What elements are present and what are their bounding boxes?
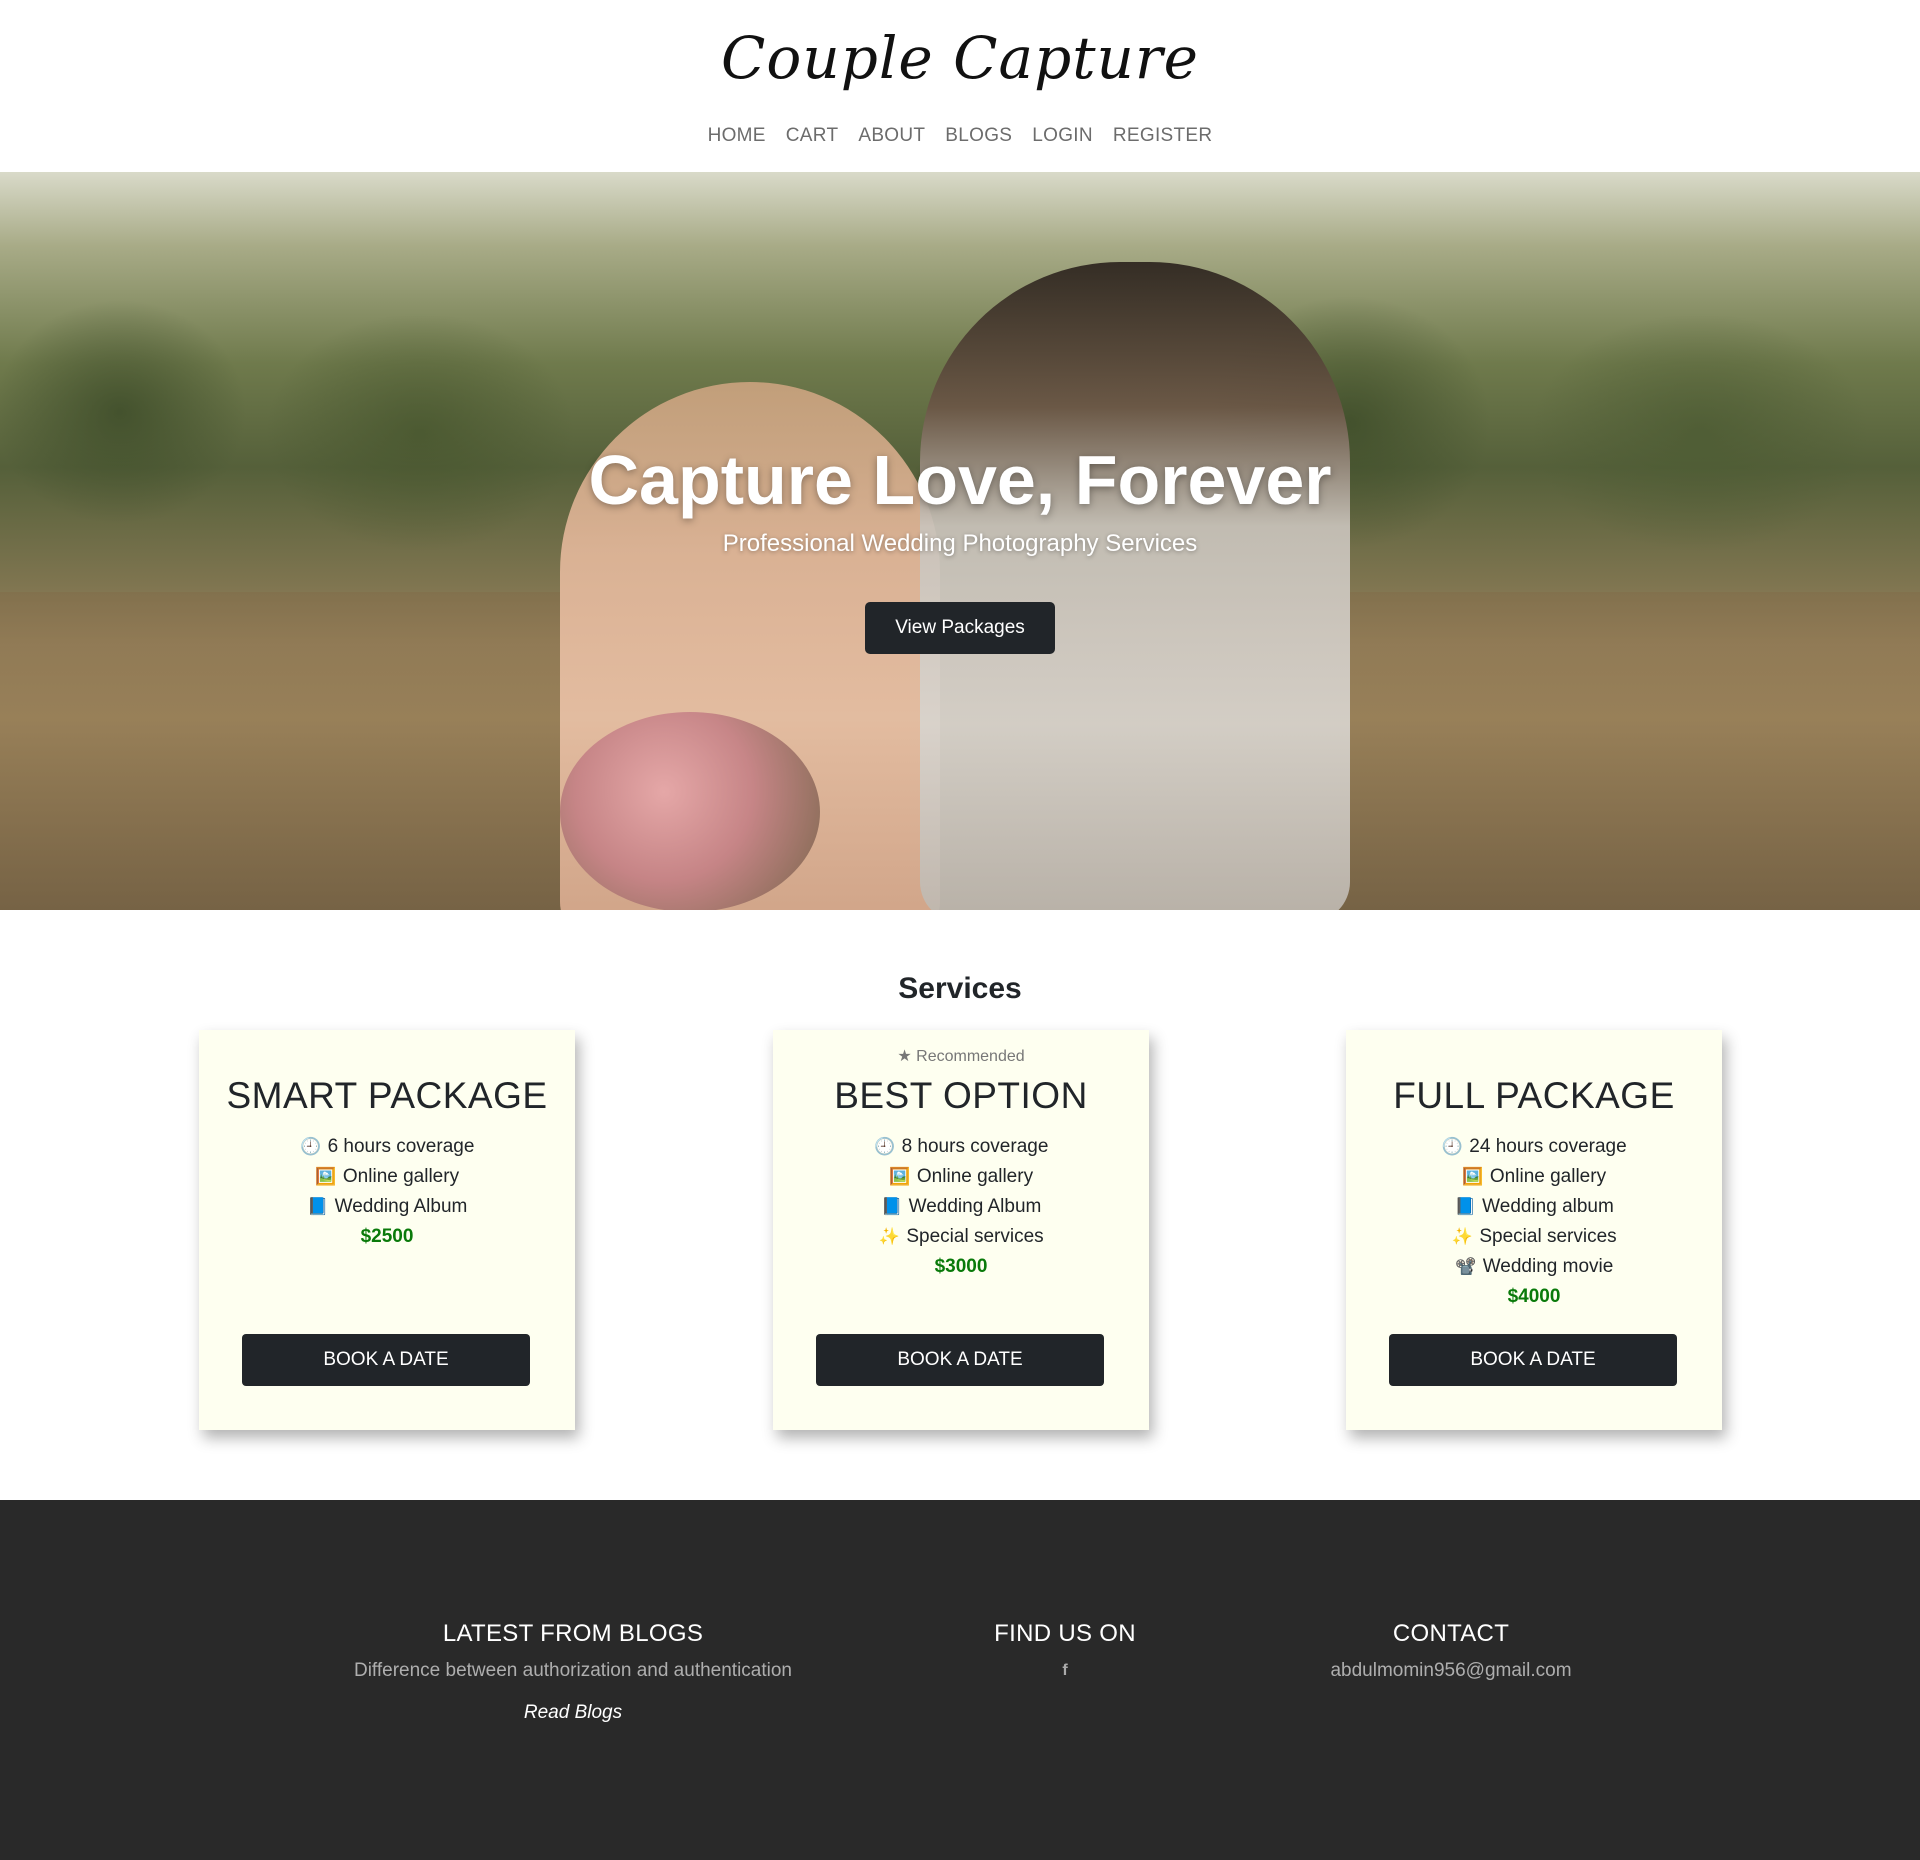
film-camera-icon: 📽️ bbox=[1455, 1257, 1477, 1276]
footer-social-column: FIND US ON f bbox=[915, 1620, 1215, 1680]
clock-icon: 🕘 bbox=[299, 1137, 322, 1156]
facebook-icon[interactable]: f bbox=[1062, 1662, 1067, 1680]
feature-item: 📘 Wedding Album bbox=[773, 1192, 1149, 1222]
package-card-best: ★ Recommended BEST OPTION 🕘 8 hours cover… bbox=[773, 1030, 1149, 1430]
recommended-badge: ★ Recommended bbox=[897, 1048, 1025, 1065]
nav-login[interactable]: LOGIN bbox=[1032, 125, 1093, 147]
feature-item: 🕘 24 hours coverage bbox=[1346, 1132, 1722, 1162]
feature-item: ✨ Special services bbox=[773, 1222, 1149, 1252]
footer-blogs-column: LATEST FROM BLOGS Difference between aut… bbox=[273, 1620, 873, 1724]
package-price: $2500 bbox=[360, 1226, 414, 1247]
book-a-date-button[interactable]: BOOK A DATE bbox=[816, 1334, 1104, 1386]
hero-title: Capture Love, Forever bbox=[588, 441, 1332, 519]
main-nav: HOME CART ABOUT BLOGS LOGIN REGISTER bbox=[0, 125, 1920, 147]
package-name: BEST OPTION bbox=[834, 1075, 1088, 1116]
feature-text: Online gallery bbox=[1489, 1166, 1607, 1187]
feature-text: Online gallery bbox=[916, 1166, 1034, 1187]
book-icon: 📘 bbox=[881, 1197, 903, 1216]
feature-text: Wedding movie bbox=[1482, 1256, 1614, 1277]
clock-icon: 🕘 bbox=[873, 1137, 896, 1156]
hero-subtitle: Professional Wedding Photography Service… bbox=[722, 530, 1198, 557]
footer-contact-heading: CONTACT bbox=[1392, 1620, 1510, 1647]
feature-text: 24 hours coverage bbox=[1469, 1136, 1627, 1157]
book-icon: 📘 bbox=[1454, 1197, 1476, 1216]
feature-item: 📽️ Wedding movie bbox=[1346, 1252, 1722, 1282]
services-heading: Services bbox=[898, 972, 1022, 1005]
feature-item: 🖼️ Online gallery bbox=[199, 1162, 575, 1192]
feature-text: 8 hours coverage bbox=[901, 1136, 1049, 1157]
nav-about[interactable]: ABOUT bbox=[858, 125, 925, 147]
feature-item: ✨ Special services bbox=[1346, 1222, 1722, 1252]
package-price: $4000 bbox=[1507, 1286, 1561, 1307]
feature-item: 🕘 6 hours coverage bbox=[199, 1132, 575, 1162]
package-card-full: FULL PACKAGE 🕘 24 hours coverage 🖼️ Online… bbox=[1346, 1030, 1722, 1430]
brand-logo[interactable]: Couple Capture bbox=[0, 24, 1920, 92]
feature-text: Wedding Album bbox=[334, 1196, 468, 1217]
hero-banner: Capture Love, Forever Professional Weddi… bbox=[0, 172, 1920, 910]
view-packages-button[interactable]: View Packages bbox=[865, 602, 1055, 654]
package-price: $3000 bbox=[934, 1256, 988, 1277]
package-card-smart: SMART PACKAGE 🕘 6 hours coverage 🖼️ Online… bbox=[199, 1030, 575, 1430]
book-icon: 📘 bbox=[307, 1197, 329, 1216]
picture-icon: 🖼️ bbox=[889, 1167, 911, 1186]
feature-item: 🕘 8 hours coverage bbox=[773, 1132, 1149, 1162]
site-footer: LATEST FROM BLOGS Difference between aut… bbox=[0, 1500, 1920, 1860]
read-blogs-link[interactable]: Read Blogs bbox=[273, 1702, 873, 1724]
feature-text: Special services bbox=[1479, 1226, 1617, 1247]
site-header: Couple Capture HOME CART ABOUT BLOGS LOG… bbox=[0, 0, 1920, 172]
footer-contact-column: CONTACT abdulmomin956@gmail.com bbox=[1251, 1620, 1651, 1682]
feature-text: Online gallery bbox=[342, 1166, 460, 1187]
sparkles-icon: ✨ bbox=[1451, 1227, 1473, 1246]
hero-photo-bouquet bbox=[560, 712, 820, 910]
feature-item: 📘 Wedding album bbox=[1346, 1192, 1722, 1222]
hero-photo-groom bbox=[920, 262, 1350, 910]
feature-text: Wedding Album bbox=[908, 1196, 1042, 1217]
contact-email[interactable]: abdulmomin956@gmail.com bbox=[1251, 1660, 1651, 1682]
clock-icon: 🕘 bbox=[1441, 1137, 1463, 1156]
nav-cart[interactable]: CART bbox=[786, 125, 839, 147]
nav-blogs[interactable]: BLOGS bbox=[945, 125, 1012, 147]
feature-item: 🖼️ Online gallery bbox=[773, 1162, 1149, 1192]
package-features: 🕘 6 hours coverage 🖼️ Online gallery 📘 Wedd… bbox=[199, 1132, 575, 1252]
package-features: 🕘 8 hours coverage 🖼️ Online gallery 📘 Wedd… bbox=[773, 1132, 1149, 1282]
feature-text: 6 hours coverage bbox=[327, 1136, 475, 1157]
picture-icon: 🖼️ bbox=[315, 1167, 337, 1186]
sparkles-icon: ✨ bbox=[878, 1227, 900, 1246]
feature-text: Wedding album bbox=[1482, 1196, 1614, 1217]
feature-item: 📘 Wedding Album bbox=[199, 1192, 575, 1222]
footer-blogs-heading: LATEST FROM BLOGS bbox=[442, 1620, 704, 1647]
nav-register[interactable]: REGISTER bbox=[1113, 125, 1213, 147]
package-name: SMART PACKAGE bbox=[226, 1075, 548, 1116]
picture-icon: 🖼️ bbox=[1462, 1167, 1484, 1186]
footer-blog-post[interactable]: Difference between authorization and aut… bbox=[273, 1660, 873, 1682]
book-a-date-button[interactable]: BOOK A DATE bbox=[242, 1334, 530, 1386]
nav-home[interactable]: HOME bbox=[708, 125, 766, 147]
feature-item: 🖼️ Online gallery bbox=[1346, 1162, 1722, 1192]
footer-social-heading: FIND US ON bbox=[994, 1620, 1136, 1647]
package-features: 🕘 24 hours coverage 🖼️ Online gallery 📘 Wed… bbox=[1346, 1132, 1722, 1312]
package-name: FULL PACKAGE bbox=[1393, 1075, 1675, 1116]
book-a-date-button[interactable]: BOOK A DATE bbox=[1389, 1334, 1677, 1386]
feature-text: Special services bbox=[906, 1226, 1044, 1247]
